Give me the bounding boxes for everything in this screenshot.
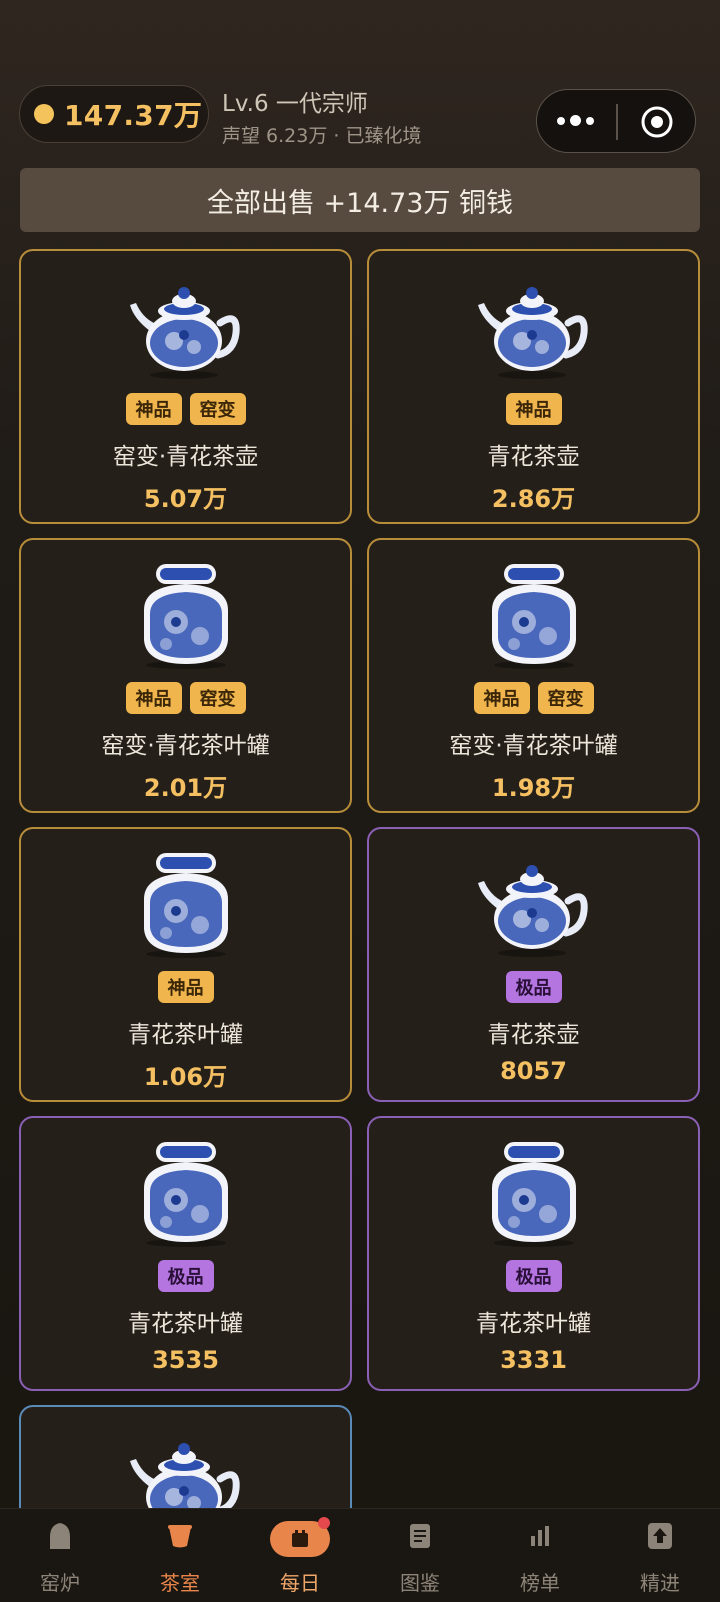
item-tags: 神品 窑变: [21, 682, 350, 714]
nav-label: 图鉴: [400, 1571, 440, 1595]
nav-daily[interactable]: 每日: [240, 1509, 360, 1602]
item-tags: 极品: [21, 1260, 350, 1292]
item-card[interactable]: 神品青花茶壶 2.86万: [367, 249, 700, 524]
nav-label: 榜单: [520, 1571, 560, 1595]
item-card[interactable]: 极品青花茶叶罐 3331: [367, 1116, 700, 1391]
more-icon-dot-2: [586, 116, 594, 125]
quality-tag: 极品: [505, 971, 562, 1003]
tea-jar-icon: [474, 1138, 594, 1248]
quality-tag: 神品: [157, 971, 214, 1003]
teapot-icon: [126, 271, 246, 381]
item-tags: 神品 窑变: [21, 393, 350, 425]
item-tags: 神品: [369, 393, 698, 425]
nav-kiln[interactable]: 窑炉: [0, 1509, 120, 1602]
item-tags: 神品 窑变: [369, 682, 698, 714]
tea-jar-icon: [474, 560, 594, 670]
player-level: Lv.6 一代宗师: [222, 91, 368, 117]
item-name: 窑变·青花茶叶罐: [449, 733, 618, 759]
nav-catalog[interactable]: 图鉴: [360, 1509, 480, 1602]
item-price: 2.86万: [491, 485, 576, 513]
item-price: 1.98万: [491, 774, 576, 802]
close-miniprogram-button[interactable]: [640, 105, 674, 139]
item-price: 5.07万: [143, 485, 228, 513]
coin-value: 147.37万: [64, 99, 203, 132]
notification-badge: [318, 1517, 330, 1529]
more-icon-dot: [570, 115, 581, 126]
bottom-nav: 窑炉 茶室 每日 图鉴 榜单 精进: [0, 1508, 720, 1602]
item-tags: 极品: [369, 971, 698, 1003]
item-name: 青花茶叶罐: [128, 1311, 243, 1337]
quality-tag: 极品: [505, 1260, 562, 1292]
item-card[interactable]: 极品青花茶壶 8057: [367, 827, 700, 1102]
item-price: 3535: [152, 1346, 219, 1374]
tea-jar-icon: [126, 1138, 246, 1248]
kiln-icon: [40, 1519, 80, 1553]
item-price: 2.01万: [143, 774, 228, 802]
item-name: 青花茶叶罐: [128, 1022, 243, 1048]
sell-all-button[interactable]: 全部出售 +14.73万 铜钱: [20, 168, 700, 232]
item-name: 窑变·青花茶壶: [112, 444, 259, 470]
item-tags: 神品: [21, 971, 350, 1003]
quality-tag: 神品: [125, 682, 182, 714]
tea-jar-icon: [126, 849, 246, 959]
upgrade-icon: [640, 1519, 680, 1553]
tea-jar-icon: [126, 560, 246, 670]
quality-tag: 神品: [473, 682, 530, 714]
nav-label: 每日: [280, 1571, 320, 1595]
item-card[interactable]: 神品 窑变窑变·青花茶壶 5.07万: [19, 249, 352, 524]
quality-tag: 窑变: [189, 682, 246, 714]
book-icon: [400, 1519, 440, 1553]
nav-label: 茶室: [160, 1571, 200, 1595]
nav-rankings[interactable]: 榜单: [480, 1509, 600, 1602]
nav-tearoom[interactable]: 茶室: [120, 1509, 240, 1602]
item-price: 1.06万: [143, 1063, 228, 1091]
bar-chart-icon: [520, 1519, 560, 1553]
more-icon: [557, 116, 565, 125]
teacup-icon: [160, 1519, 200, 1553]
quality-tag: 窑变: [537, 682, 594, 714]
item-card[interactable]: 神品 窑变窑变·青花茶叶罐 1.98万: [367, 538, 700, 813]
item-price: 3331: [500, 1346, 567, 1374]
item-name: 青花茶壶: [487, 444, 580, 470]
nav-label: 窑炉: [40, 1571, 80, 1595]
coin-balance: 147.37万: [19, 85, 209, 143]
item-card[interactable]: 神品青花茶叶罐 1.06万: [19, 827, 352, 1102]
coin-icon: [34, 104, 54, 124]
item-name: 青花茶壶: [487, 1022, 580, 1048]
capsule-divider: [616, 104, 618, 140]
quality-tag: 极品: [157, 1260, 214, 1292]
teapot-icon: [474, 271, 594, 381]
item-card[interactable]: 极品青花茶叶罐 3535: [19, 1116, 352, 1391]
quality-tag: 神品: [125, 393, 182, 425]
nav-label: 精进: [640, 1571, 680, 1595]
more-menu-button[interactable]: [557, 115, 594, 126]
item-card[interactable]: 神品 窑变窑变·青花茶叶罐 2.01万: [19, 538, 352, 813]
nav-upgrade[interactable]: 精进: [600, 1509, 720, 1602]
teapot-icon: [474, 849, 594, 959]
item-price: 8057: [500, 1057, 567, 1085]
item-name: 窑变·青花茶叶罐: [101, 733, 270, 759]
item-tags: 极品: [369, 1260, 698, 1292]
player-reputation: 声望 6.23万 · 已臻化境: [222, 125, 422, 147]
item-name: 青花茶叶罐: [476, 1311, 591, 1337]
miniprogram-capsule: [536, 89, 696, 153]
quality-tag: 神品: [505, 393, 562, 425]
quality-tag: 窑变: [189, 393, 246, 425]
